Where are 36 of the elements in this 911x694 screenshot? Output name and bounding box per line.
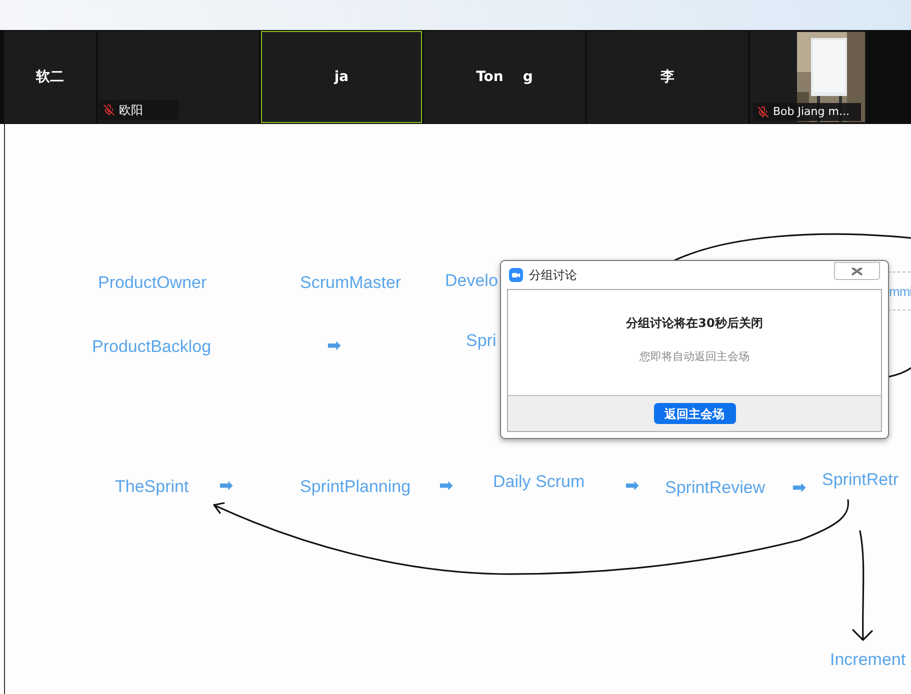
arrow-symbol: ➡ bbox=[439, 478, 454, 495]
diagram-label: TheSprint bbox=[115, 478, 189, 495]
arrow-symbol: ➡ bbox=[219, 478, 234, 495]
dialog-detail: 您即将自动返回主会场 bbox=[640, 349, 750, 365]
dialog-message: 分组讨论将在30秒后关闭 bbox=[626, 315, 763, 332]
camera-app-icon bbox=[509, 268, 523, 282]
diagram-label: Increment bbox=[830, 651, 906, 668]
diagram-label: SprintReview bbox=[665, 479, 766, 496]
participant-name: 李 bbox=[660, 68, 674, 86]
participant-tile[interactable]: 李 bbox=[587, 31, 748, 123]
diagram-label: mmi bbox=[889, 285, 911, 298]
participant-tile[interactable]: Bob Jiang m... bbox=[750, 31, 866, 123]
diagram-label: SprintRetr bbox=[822, 471, 899, 488]
diagram-label: ProductBacklog bbox=[92, 338, 212, 355]
diagram-label: Develo bbox=[445, 272, 498, 289]
name-caption: 欧阳 bbox=[99, 100, 179, 120]
diagram-label: SprintPlanning bbox=[300, 478, 411, 495]
return-button[interactable]: 返回主会场 bbox=[654, 403, 736, 424]
participant-tile[interactable]: ja bbox=[261, 31, 422, 123]
participant-name: 软二 bbox=[36, 68, 64, 86]
arrow-symbol: ➡ bbox=[327, 338, 342, 355]
arrow-symbol: ➡ bbox=[625, 478, 640, 495]
diagram-label: ScrumMaster bbox=[300, 274, 402, 291]
participant-name: Ton g bbox=[476, 68, 533, 86]
participant-name: ja bbox=[334, 68, 349, 86]
participant-tile[interactable]: 软二 bbox=[4, 31, 96, 123]
diagram-label: Daily Scrum bbox=[493, 473, 585, 490]
name-caption: Bob Jiang m... bbox=[753, 102, 861, 121]
diagram-label: ProductOwner bbox=[98, 274, 207, 291]
arrow-symbol: ➡ bbox=[792, 480, 806, 497]
participant-tile[interactable]: 欧阳 bbox=[98, 31, 259, 123]
close-button[interactable] bbox=[834, 262, 880, 280]
dialog-title: 分组讨论 bbox=[529, 267, 577, 284]
participant-tile[interactable]: Ton g bbox=[424, 31, 585, 123]
diagram-label: Spri bbox=[466, 332, 496, 349]
close-icon bbox=[851, 266, 863, 276]
